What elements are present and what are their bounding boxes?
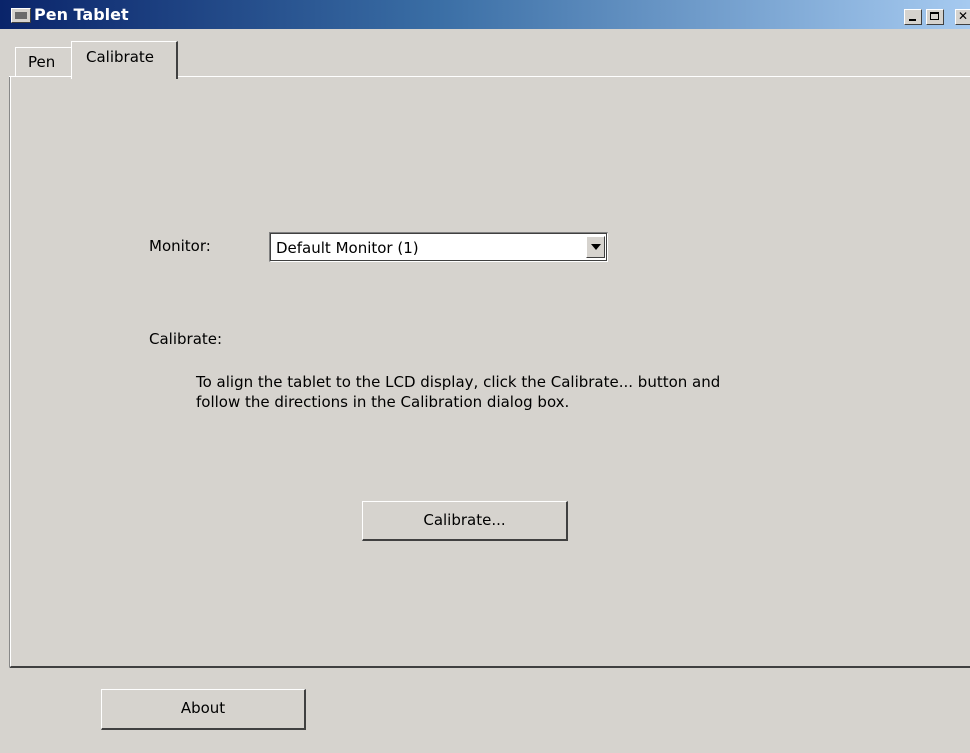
title-bar[interactable]: Pen Tablet ✕ <box>0 0 970 29</box>
minimize-button[interactable] <box>904 9 922 25</box>
monitor-select-value: Default Monitor (1) <box>276 239 419 257</box>
tab-calibrate[interactable]: Calibrate <box>71 41 178 79</box>
calibrate-button[interactable]: Calibrate... <box>362 501 568 541</box>
dropdown-arrow-icon[interactable] <box>586 236 605 258</box>
minimize-icon <box>909 19 916 21</box>
window-title: Pen Tablet <box>34 5 129 24</box>
calibrate-label: Calibrate: <box>149 330 223 348</box>
monitor-label: Monitor: <box>149 237 211 255</box>
maximize-icon <box>930 12 939 20</box>
about-button[interactable]: About <box>101 689 306 730</box>
tab-pen[interactable]: Pen <box>15 47 73 77</box>
tablet-app-icon <box>11 8 31 23</box>
tab-calibrate-label: Calibrate <box>86 48 154 66</box>
tab-pen-label: Pen <box>28 53 56 71</box>
description-line-1: To align the tablet to the LCD display, … <box>196 373 721 391</box>
maximize-button[interactable] <box>926 9 944 25</box>
monitor-select[interactable]: Default Monitor (1) <box>269 232 608 262</box>
close-icon: ✕ <box>958 9 969 23</box>
calibrate-description: To align the tablet to the LCD display, … <box>196 372 720 412</box>
close-button[interactable]: ✕ <box>955 9 970 25</box>
description-line-2: follow the directions in the Calibration… <box>196 393 570 411</box>
